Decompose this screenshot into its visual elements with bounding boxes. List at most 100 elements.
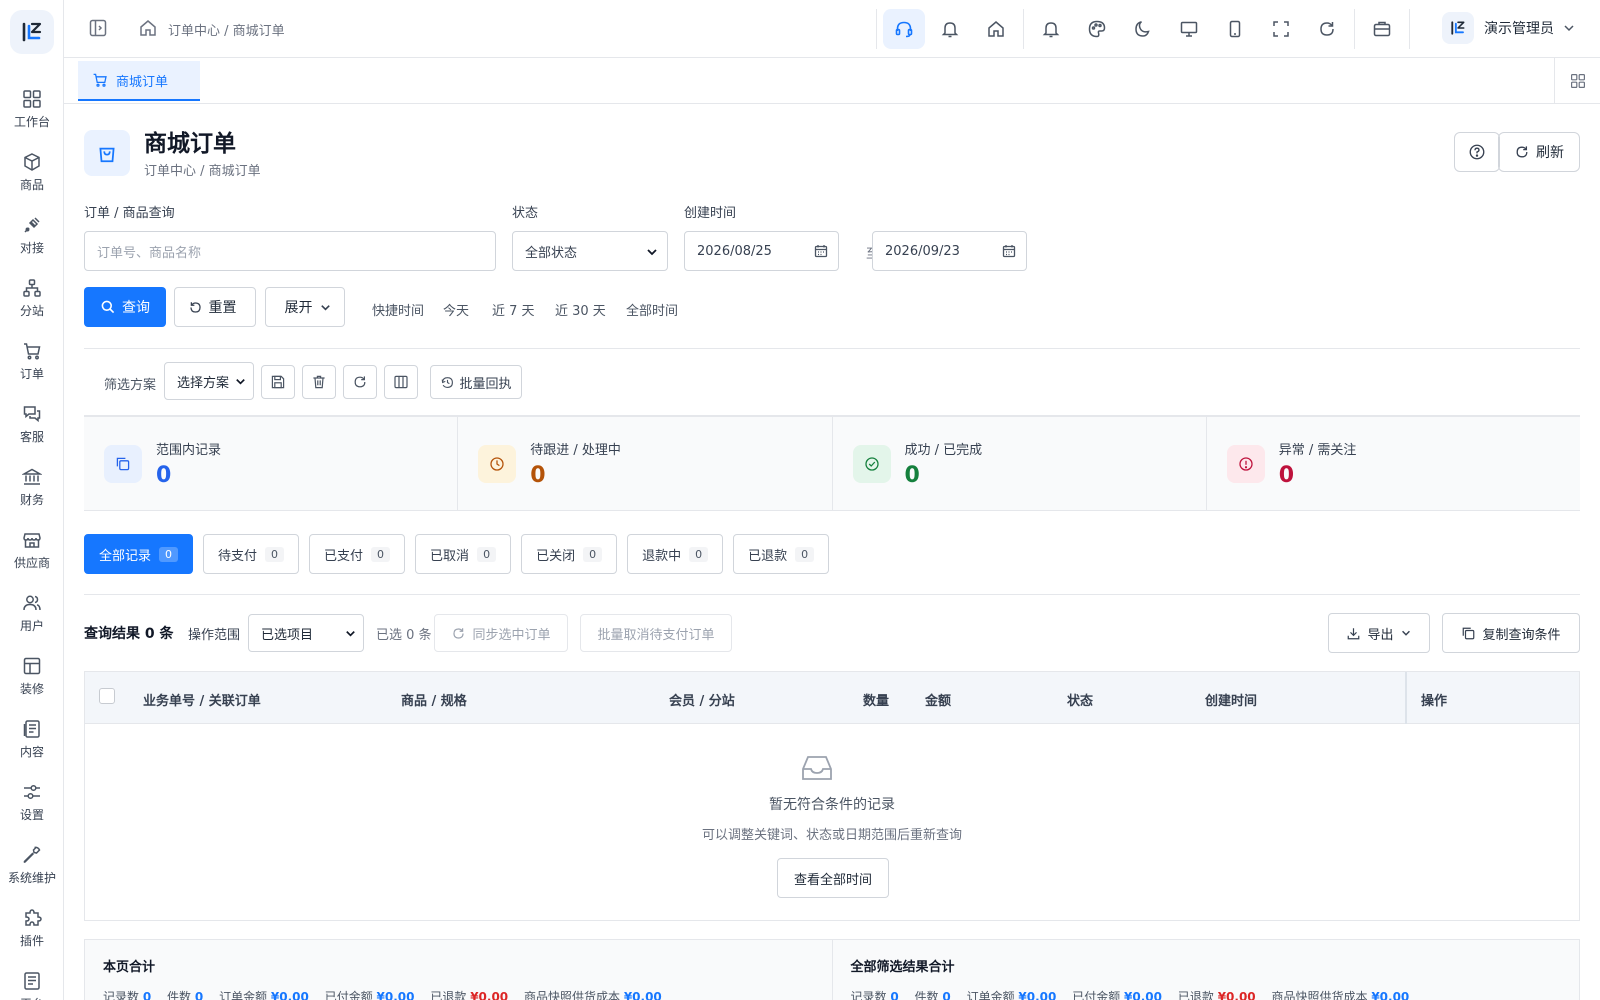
batch-cancel-button[interactable]: 批量取消待支付订单 [580,614,732,652]
page-subtitle: 订单中心 / 商城订单 [144,164,261,179]
reset-button[interactable]: 重置 [174,287,256,327]
sidebar-item-platform[interactable]: 平台 [0,960,64,1000]
dark-mode-button[interactable] [1122,9,1164,49]
theme-palette-button[interactable] [1076,9,1118,49]
sidebar-item-settings[interactable]: 设置 [0,771,64,834]
status-tab-label: 已取消 [430,548,470,564]
status-tab-count: 0 [159,546,179,562]
message-button[interactable] [1030,9,1072,49]
delete-scheme-button[interactable] [302,365,336,399]
filter-scheme-select[interactable]: 选择方案 [164,362,254,400]
total-value: ¥0.00 [270,990,309,1000]
help-circle-icon [1469,144,1485,160]
customer-service-button[interactable] [883,9,925,49]
grid-icon [1570,74,1585,88]
save-scheme-button[interactable] [261,365,295,399]
help-button[interactable] [1454,132,1500,172]
stat-card-total: 范围内记录 0 [84,417,459,510]
copy-query-label: 复制查询条件 [1482,627,1561,643]
monitor-icon [1180,21,1198,37]
quick-time-all[interactable]: 全部时间 [626,300,678,319]
quick-time-7-days[interactable]: 近 7 天 [492,300,535,319]
column-header[interactable]: 业务单号 / 关联订单 [143,690,261,709]
view-all-time-button[interactable]: 查看全部时间 [777,858,889,898]
sync-icon [453,627,465,639]
column-header[interactable]: 商品 / 规格 [401,690,467,709]
sidebar-item-label: 用户 [19,619,44,633]
sidebar-item-label: 平台 [20,995,44,1000]
notification-button[interactable] [929,9,971,49]
quick-time-today[interactable]: 今天 [443,300,469,319]
breadcrumb-home-link[interactable] [138,18,158,38]
tab-overview-button[interactable] [1554,58,1600,104]
expand-button-label: 展开 [284,300,313,316]
logo-icon [22,22,42,42]
status-tab-unpaid[interactable]: 待支付 0 [203,534,300,574]
date-from-input[interactable]: 2026/08/25 [684,231,839,271]
status-tab-refunded[interactable]: 已退款 0 [733,534,830,574]
expand-button[interactable]: 展开 [265,287,345,327]
tab-mall-orders[interactable]: 商城订单 [78,61,200,101]
batch-receipt-button[interactable]: 批量回执 [430,365,522,399]
status-tab-closed[interactable]: 已关闭 0 [521,534,618,574]
user-menu[interactable]: 演示管理员 [1442,12,1576,44]
status-tab-count: 0 [583,546,603,562]
status-tab-all[interactable]: 全部记录 0 [84,534,194,574]
column-header[interactable]: 创建时间 [1205,690,1257,709]
column-header[interactable]: 数量 [863,690,889,709]
storefront-home-button[interactable] [975,9,1017,49]
tab-bar: 商城订单 [64,58,1600,104]
sidebar-item-plugins[interactable]: 插件 [0,897,64,960]
all-totals-values: 记录数 0 件数 0 订单金额 ¥0.00 已付金额 ¥0.00 已退款 ¥0.… [851,988,1422,1000]
search-button[interactable]: 查询 [84,287,166,327]
app-logo[interactable] [10,10,54,54]
export-button[interactable]: 导出 [1328,613,1430,653]
column-header[interactable]: 金额 [925,690,951,709]
order-search-input[interactable]: 订单号、商品名称 [84,231,496,271]
copy-query-button[interactable]: 复制查询条件 [1442,613,1580,653]
sidebar-item-products[interactable]: 商品 [0,141,64,204]
status-tab-paid[interactable]: 已支付 0 [309,534,406,574]
sidebar-item-decoration[interactable]: 装修 [0,645,64,708]
status-tab-label: 退款中 [642,548,682,564]
sidebar-item-integration[interactable]: 对接 [0,204,64,267]
sidebar-item-finance[interactable]: 财务 [0,456,64,519]
stat-value: 0 [904,463,920,488]
status-tab-cancelled[interactable]: 已取消 0 [415,534,512,574]
orders-table: 业务单号 / 关联订单 商品 / 规格 会员 / 分站 数量 金额 状态 创建时… [84,671,1580,921]
sidebar-item-dashboard[interactable]: 工作台 [0,78,64,141]
sidebar-item-supplier[interactable]: 供应商 [0,519,64,582]
sidebar-item-content[interactable]: 内容 [0,708,64,771]
grid-icon [23,90,41,108]
columns-button[interactable] [384,365,418,399]
sidebar-item-orders[interactable]: 订单 [0,330,64,393]
fullscreen-button[interactable] [1260,9,1302,49]
sidebar-item-users[interactable]: 用户 [0,582,64,645]
total-value: 0 [194,990,204,1000]
date-to-input[interactable]: 2026/09/23 [872,231,1027,271]
status-tab-refunding[interactable]: 退款中 0 [627,534,724,574]
sidebar-item-maintenance[interactable]: 系统维护 [0,834,64,897]
history-icon [442,376,454,388]
operation-scope-select[interactable]: 已选项目 [248,614,364,652]
user-name: 演示管理员 [1484,21,1554,37]
sidebar-item-label: 设置 [19,808,44,822]
status-select[interactable]: 全部状态 [512,231,668,271]
sidebar-item-service[interactable]: 客服 [0,393,64,456]
mobile-view-button[interactable] [1214,9,1256,49]
workspace-button[interactable] [1361,9,1403,49]
reload-button[interactable] [1306,9,1348,49]
sync-selected-button[interactable]: 同步选中订单 [434,614,568,652]
sidebar-toggle-button[interactable] [88,18,108,38]
desktop-view-button[interactable] [1168,9,1210,49]
column-header[interactable]: 状态 [1067,690,1093,709]
breadcrumb: 订单中心 / 商城订单 [168,24,285,39]
status-tab-label: 已退款 [748,548,788,564]
select-all-checkbox[interactable] [99,688,115,704]
refresh-scheme-button[interactable] [343,365,377,399]
sidebar-item-substations[interactable]: 分站 [0,267,64,330]
quick-time-30-days[interactable]: 近 30 天 [555,300,606,319]
refresh-button[interactable]: 刷新 [1498,132,1580,172]
column-header[interactable]: 会员 / 分站 [669,690,735,709]
stat-label: 异常 / 需关注 [1278,443,1357,458]
